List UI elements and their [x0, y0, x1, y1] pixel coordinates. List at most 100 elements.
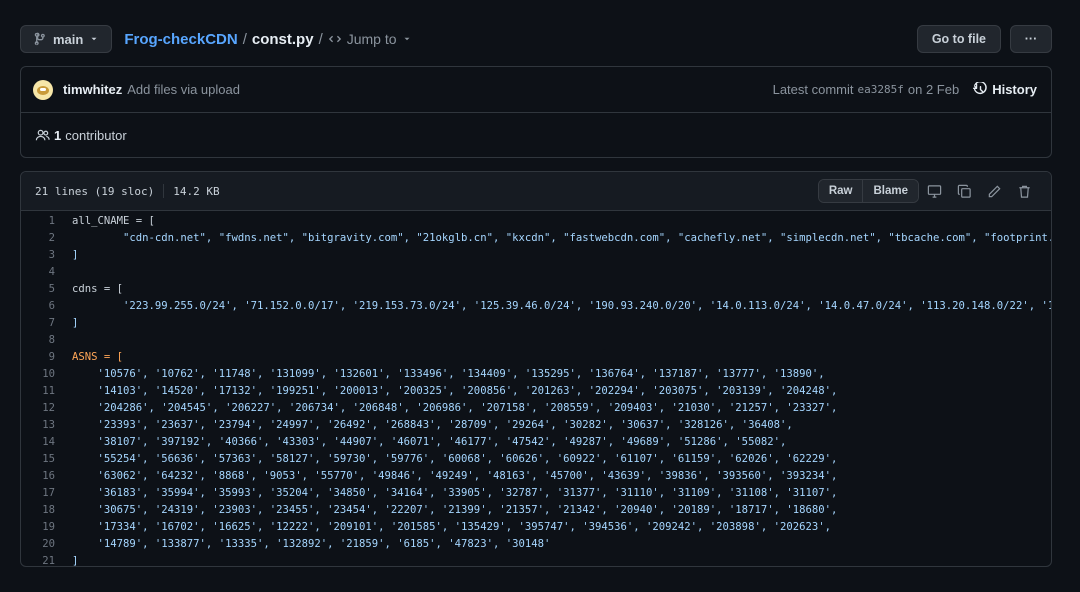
line-number[interactable]: 16: [21, 468, 55, 485]
line-content: '38107', '397192', '40366', '43303', '44…: [72, 436, 787, 448]
line-number[interactable]: 9: [21, 349, 55, 366]
line-content: [55, 332, 72, 349]
code-line: 19 '17334', '16702', '16625', '12222', '…: [21, 519, 1051, 536]
line-content: ASNS = [: [72, 351, 124, 363]
latest-commit-row: timwhitez Add files via upload Latest co…: [21, 67, 1051, 113]
breadcrumb-separator: /: [242, 30, 247, 48]
code-line: 14 '38107', '397192', '40366', '43303', …: [21, 434, 1051, 451]
line-content: ]: [72, 317, 79, 329]
code-line: 5 cdns = [: [21, 281, 1051, 298]
line-content: '36183', '35994', '35993', '35204', '348…: [72, 487, 838, 499]
code-listing: 1 all_CNAME = [2 "cdn-cdn.net", "fwdns.ne…: [21, 211, 1051, 567]
line-content: '63062', '64232', '8868', '9053', '55770…: [72, 470, 838, 482]
line-content: '14789', '133877', '13335', '132892', '2…: [72, 538, 551, 550]
line-number[interactable]: 13: [21, 417, 55, 434]
line-number[interactable]: 14: [21, 434, 55, 451]
code-line: 11 '14103', '14520', '17132', '199251', …: [21, 383, 1051, 400]
go-to-file-button[interactable]: Go to file: [916, 25, 1001, 53]
commit-date: on 2 Feb: [907, 82, 960, 97]
code-line: 12 '204286', '204545', '206227', '206734…: [21, 400, 1051, 417]
pencil-icon[interactable]: [979, 184, 1009, 199]
code-line: 20 '14789', '133877', '13335', '132892',…: [21, 536, 1051, 553]
line-number[interactable]: 7: [21, 315, 55, 332]
raw-blame-group: Raw Blame: [817, 179, 919, 203]
code-line: 7]: [21, 315, 1051, 332]
line-number[interactable]: 3: [21, 247, 55, 264]
line-number[interactable]: 10: [21, 366, 55, 383]
trash-icon[interactable]: [1009, 184, 1039, 199]
caret-down-icon: [91, 37, 97, 41]
file-lines-info: 21 lines (19 sloc): [35, 184, 155, 198]
people-icon: [35, 129, 50, 140]
line-number[interactable]: 6: [21, 298, 55, 315]
line-number[interactable]: 5: [21, 281, 55, 298]
file-name: const.py: [251, 30, 314, 48]
line-content: '55254', '56636', '57363', '58127', '597…: [72, 453, 838, 465]
avatar[interactable]: [33, 79, 53, 100]
file-header: 21 lines (19 sloc) 14.2 KB Raw Blame: [21, 172, 1051, 211]
line-content: '30675', '24319', '23903', '23455', '234…: [72, 504, 838, 516]
contributor-label: contributor: [65, 127, 127, 143]
code-line: 2 "cdn-cdn.net", "fwdns.net", "bitgravit…: [21, 230, 1051, 247]
line-content: '223.99.255.0/24', '71.152.0.0/17', '219…: [72, 300, 1051, 312]
line-number[interactable]: 18: [21, 502, 55, 519]
line-number[interactable]: 8: [21, 332, 55, 349]
branch-selector-button[interactable]: main: [20, 25, 113, 53]
line-number[interactable]: 19: [21, 519, 55, 536]
file-size: 14.2 KB: [173, 184, 220, 198]
commit-message[interactable]: Add files via upload: [127, 82, 240, 97]
code-icon: [328, 35, 341, 43]
line-content: '204286', '204545', '206227', '206734', …: [72, 402, 838, 414]
line-number[interactable]: 20: [21, 536, 55, 553]
history-label: History: [992, 82, 1037, 97]
commit-author[interactable]: timwhitez: [63, 82, 122, 97]
breadcrumb-separator: /: [318, 30, 323, 48]
code-line: 3]: [21, 247, 1051, 264]
code-line: 10 '10576', '10762', '11748', '131099', …: [21, 366, 1051, 383]
line-number[interactable]: 1: [21, 213, 55, 230]
more-options-button[interactable]: ···: [1010, 25, 1052, 53]
code-line: 6 '223.99.255.0/24', '71.152.0.0/17', '2…: [21, 298, 1051, 315]
line-content: "cdn-cdn.net", "fwdns.net", "bitgravity.…: [72, 232, 1051, 244]
contributors-row[interactable]: 1 contributor: [21, 113, 1051, 157]
commit-info-box: timwhitez Add files via upload Latest co…: [20, 66, 1052, 158]
raw-button[interactable]: Raw: [818, 180, 863, 202]
code-line: 15 '55254', '56636', '57363', '58127', '…: [21, 451, 1051, 468]
history-button[interactable]: History: [973, 82, 1037, 97]
code-line: 9 ASNS = [: [21, 349, 1051, 366]
code-line: 21]: [21, 553, 1051, 567]
blame-button[interactable]: Blame: [862, 180, 918, 202]
line-number[interactable]: 2: [21, 230, 55, 247]
line-number[interactable]: 11: [21, 383, 55, 400]
file-viewer: 21 lines (19 sloc) 14.2 KB Raw Blame 1 al…: [20, 171, 1052, 567]
commit-sha[interactable]: ea3285f: [858, 83, 904, 96]
code-line: 4: [21, 264, 1051, 281]
line-number[interactable]: 21: [21, 553, 55, 566]
latest-commit-label: Latest commit: [772, 82, 854, 97]
line-content: '17334', '16702', '16625', '12222', '209…: [72, 521, 831, 533]
line-number[interactable]: 4: [21, 264, 55, 281]
copy-icon[interactable]: [949, 184, 979, 199]
line-content: ]: [72, 249, 79, 261]
code-line: 18 '30675', '24319', '23903', '23455', '…: [21, 502, 1051, 519]
code-line: 1 all_CNAME = [: [21, 213, 1051, 230]
code-line: 8: [21, 332, 1051, 349]
contributor-count: 1: [54, 127, 62, 143]
line-number[interactable]: 12: [21, 400, 55, 417]
jump-to-label: Jump to: [346, 31, 397, 47]
line-content: '10576', '10762', '11748', '131099', '13…: [72, 368, 825, 380]
line-content: [55, 264, 72, 281]
line-number[interactable]: 15: [21, 451, 55, 468]
line-content: '14103', '14520', '17132', '199251', '20…: [72, 385, 838, 397]
file-navigation-bar: main Frog-checkCDN / const.py / Jump to …: [20, 25, 1052, 53]
repo-link[interactable]: Frog-checkCDN: [124, 31, 237, 48]
history-icon: [973, 82, 987, 95]
caret-down-icon: [404, 37, 410, 41]
desktop-icon[interactable]: [919, 184, 949, 199]
code-line: 17 '36183', '35994', '35993', '35204', '…: [21, 485, 1051, 502]
jump-to-button[interactable]: Jump to: [328, 31, 412, 47]
code-line: 13 '23393', '23637', '23794', '24997', '…: [21, 417, 1051, 434]
line-number[interactable]: 17: [21, 485, 55, 502]
line-content: ]: [72, 555, 79, 567]
line-content: cdns = [: [72, 283, 124, 295]
